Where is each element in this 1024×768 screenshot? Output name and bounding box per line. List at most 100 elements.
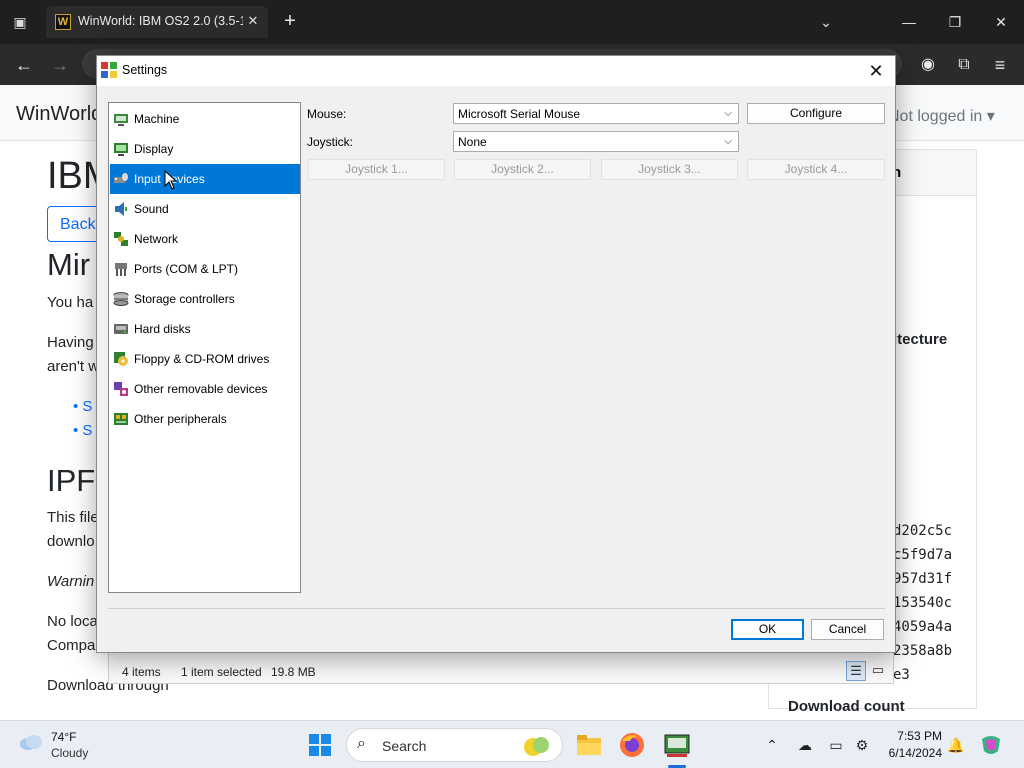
tab-actions-icon[interactable]: ▣ bbox=[8, 10, 32, 34]
category-sound[interactable]: Sound bbox=[110, 194, 300, 224]
firefox-icon[interactable] bbox=[618, 731, 646, 759]
taskbar-search[interactable]: ⌕ Search bbox=[346, 728, 563, 762]
category-label: Storage controllers bbox=[134, 292, 235, 306]
copilot-icon[interactable] bbox=[979, 733, 1003, 757]
page-text: This file bbox=[47, 509, 99, 526]
category-hard-disks[interactable]: Hard disks bbox=[110, 314, 300, 344]
download-count-label: Download count bbox=[788, 698, 905, 715]
category-machine[interactable]: Machine bbox=[110, 104, 300, 134]
selection-size: 19.8 MB bbox=[271, 665, 316, 679]
ok-button[interactable]: OK bbox=[731, 619, 804, 640]
category-storage-controllers[interactable]: Storage controllers bbox=[110, 284, 300, 314]
category-label: Hard disks bbox=[134, 322, 191, 336]
86box-taskbar-icon[interactable] bbox=[663, 731, 691, 759]
category-label: Machine bbox=[134, 112, 180, 126]
menu-icon[interactable]: ≡ bbox=[987, 52, 1013, 78]
joystick-select[interactable]: None ⌵ bbox=[453, 131, 739, 152]
category-floppy-cdrom[interactable]: Floppy & CD-ROM drives bbox=[110, 344, 300, 374]
search-label: Search bbox=[382, 738, 427, 754]
dialog-close-icon[interactable]: ✕ bbox=[861, 58, 891, 84]
removable-devices-icon bbox=[114, 382, 128, 396]
search-highlight-icon bbox=[524, 737, 549, 756]
mouse-select[interactable]: Microsoft Serial Mouse ⌵ bbox=[453, 103, 739, 124]
category-label: Sound bbox=[134, 202, 169, 216]
category-other-peripherals[interactable]: Other peripherals bbox=[110, 404, 300, 434]
onedrive-icon[interactable]: ☁ bbox=[795, 735, 815, 755]
joystick-1-button[interactable]: Joystick 1... bbox=[308, 159, 445, 180]
display-icon bbox=[114, 143, 128, 156]
joystick-2-button[interactable]: Joystick 2... bbox=[454, 159, 591, 180]
hard-disks-icon bbox=[114, 324, 128, 334]
minimize-icon[interactable]: — bbox=[895, 10, 923, 34]
cancel-button[interactable]: Cancel bbox=[811, 619, 884, 640]
clock-time[interactable]: 7:53 PM bbox=[890, 729, 942, 743]
settings-category-list: Machine Display Input devices Sound Netw… bbox=[108, 102, 301, 593]
category-display[interactable]: Display bbox=[110, 134, 300, 164]
page-text: Compa bbox=[47, 637, 96, 654]
category-removable-devices[interactable]: Other removable devices bbox=[110, 374, 300, 404]
86box-app-icon bbox=[101, 62, 117, 78]
site-brand[interactable]: WinWorld bbox=[16, 103, 102, 126]
extensions-icon[interactable]: ⧉ bbox=[951, 52, 977, 78]
category-input-devices[interactable]: Input devices bbox=[110, 164, 300, 194]
hash-value: d202c5c bbox=[893, 523, 953, 539]
search-icon: ⌕ bbox=[357, 735, 366, 752]
weather-temperature: 74°F bbox=[51, 730, 77, 744]
mirror-link[interactable]: • S bbox=[73, 422, 92, 439]
network-volume-icon[interactable]: ⚙ bbox=[852, 735, 872, 755]
forward-icon[interactable]: → bbox=[47, 52, 73, 78]
dialog-title: Settings bbox=[122, 63, 168, 77]
file-explorer-statusbar: 4 items 1 item selected 19.8 MB ☰ ▭ bbox=[108, 650, 894, 684]
new-tab-button[interactable]: + bbox=[278, 10, 302, 34]
window-close-icon[interactable]: ✕ bbox=[987, 10, 1015, 34]
mirror-link[interactable]: • S bbox=[73, 398, 92, 415]
tab-list-icon[interactable]: ⌄ bbox=[814, 10, 838, 34]
category-ports[interactable]: Ports (COM & LPT) bbox=[110, 254, 300, 284]
peripherals-icon bbox=[114, 413, 128, 425]
configure-button[interactable]: Configure bbox=[747, 103, 885, 124]
category-label: Network bbox=[134, 232, 179, 246]
tab-close-icon[interactable]: ✕ bbox=[244, 12, 262, 30]
hash-value: 153540c bbox=[893, 595, 953, 611]
ports-icon bbox=[115, 263, 127, 276]
profile-icon[interactable]: ◉ bbox=[915, 52, 941, 78]
notification-bell-icon[interactable]: 🔔 bbox=[946, 735, 966, 755]
clock-date[interactable]: 6/14/2024 bbox=[882, 746, 942, 760]
category-network[interactable]: Network bbox=[110, 224, 300, 254]
browser-tab[interactable]: W WinWorld: IBM OS2 2.0 (3.5-1.44mb) ✕ bbox=[46, 6, 268, 38]
item-count: 4 items bbox=[122, 665, 161, 679]
network-icon bbox=[114, 232, 128, 246]
maximize-icon[interactable]: ❐ bbox=[941, 10, 969, 34]
category-label: Floppy & CD-ROM drives bbox=[134, 352, 270, 366]
architecture-label: itecture bbox=[893, 331, 948, 348]
page-text: You ha bbox=[47, 294, 94, 311]
warning-text: Warnin bbox=[47, 573, 95, 590]
login-label: Not logged in bbox=[888, 108, 983, 125]
sound-icon bbox=[115, 202, 127, 216]
hash-value: 957d31f bbox=[893, 571, 953, 587]
joystick-label: Joystick: bbox=[307, 135, 354, 149]
selection-count: 1 item selected bbox=[181, 665, 262, 679]
joystick-3-button[interactable]: Joystick 3... bbox=[601, 159, 738, 180]
chevron-down-icon: ⌵ bbox=[724, 108, 732, 119]
tab-title: WinWorld: IBM OS2 2.0 (3.5-1.44mb) bbox=[78, 14, 243, 28]
file-explorer-icon[interactable] bbox=[575, 731, 603, 759]
cloud-weather-icon[interactable] bbox=[18, 733, 44, 751]
taskbar: 74°F Cloudy ⌕ Search ⌃ ☁ ▭ ⚙ 7:53 PM 6/1… bbox=[0, 720, 1024, 768]
tiles-view-icon[interactable]: ▭ bbox=[868, 661, 888, 681]
windows-start-icon[interactable] bbox=[306, 731, 334, 759]
hash-value: c5f9d7a bbox=[893, 547, 953, 563]
joystick-4-button[interactable]: Joystick 4... bbox=[747, 159, 885, 180]
back-icon[interactable]: ← bbox=[11, 52, 37, 78]
display-settings-icon[interactable]: ▭ bbox=[826, 735, 846, 755]
dialog-titlebar[interactable]: Settings ✕ bbox=[97, 56, 895, 86]
details-view-icon[interactable]: ☰ bbox=[846, 661, 866, 681]
login-status[interactable]: Not logged in ▾ bbox=[888, 106, 995, 126]
page-text: downlo bbox=[47, 533, 95, 550]
browser-tab-bar: ▣ W WinWorld: IBM OS2 2.0 (3.5-1.44mb) ✕… bbox=[0, 0, 1024, 44]
show-hidden-icons-icon[interactable]: ⌃ bbox=[762, 735, 782, 755]
joystick-select-value: None bbox=[458, 135, 487, 149]
category-label: Ports (COM & LPT) bbox=[134, 262, 239, 276]
hash-value: e3 bbox=[893, 667, 910, 683]
hash-value: 4059a4a bbox=[893, 619, 953, 635]
